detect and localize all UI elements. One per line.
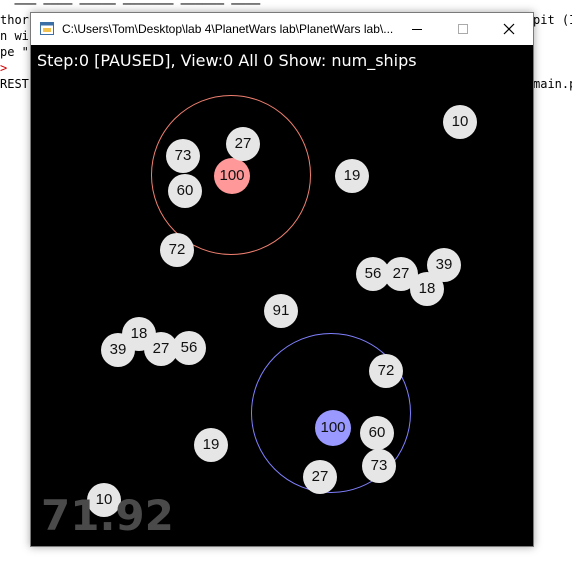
- neutral-planet[interactable]: 18: [410, 272, 444, 306]
- planet-ship-count: 19: [202, 436, 220, 453]
- neutral-planet[interactable]: 19: [335, 159, 369, 193]
- planet-ship-count: 39: [109, 341, 127, 358]
- neutral-planet[interactable]: 91: [264, 294, 298, 328]
- player2-planet[interactable]: 100: [315, 410, 351, 446]
- close-button[interactable]: [486, 13, 532, 45]
- title-bar[interactable]: C:\Users\Tom\Desktop\lab 4\PlanetWars la…: [31, 13, 533, 45]
- neutral-planet[interactable]: 39: [101, 333, 135, 367]
- neutral-planet[interactable]: 72: [160, 233, 194, 267]
- window-app-icon: [40, 22, 54, 35]
- planet-ship-count: 56: [180, 339, 198, 356]
- planet-ship-count: 27: [152, 340, 170, 357]
- minimize-button[interactable]: [394, 13, 440, 45]
- editor-fragment: pit (I: [533, 13, 572, 27]
- planet-ship-count: 10: [451, 113, 469, 130]
- game-timer: 71.92: [41, 491, 174, 540]
- planetwars-window[interactable]: C:\Users\Tom\Desktop\lab 4\PlanetWars la…: [30, 12, 534, 547]
- planet-ship-count: 19: [343, 167, 361, 184]
- neutral-planet[interactable]: 72: [369, 354, 403, 388]
- maximize-button[interactable]: [440, 13, 486, 45]
- neutral-planet[interactable]: 73: [166, 139, 200, 173]
- menu-fragment: ─── ──── ───── ─────── ────── ────: [0, 0, 261, 11]
- editor-line: pe ": [0, 45, 29, 59]
- planet-ship-count: 27: [234, 135, 252, 152]
- editor-line: REST: [0, 77, 29, 91]
- editor-prompt: >: [0, 61, 8, 75]
- neutral-planet[interactable]: 56: [172, 331, 206, 365]
- editor-line: n wi: [0, 29, 29, 43]
- game-status-text: Step:0 [PAUSED], View:0 All 0 Show: num_…: [37, 51, 417, 70]
- planet-ship-count: 72: [377, 362, 395, 379]
- neutral-planet[interactable]: 19: [194, 428, 228, 462]
- planet-ship-count: 60: [368, 424, 386, 441]
- planet-ship-count: 73: [370, 457, 388, 474]
- planet-ship-count: 39: [435, 256, 453, 273]
- game-canvas[interactable]: Step:0 [PAUSED], View:0 All 0 Show: num_…: [31, 45, 533, 546]
- planet-ship-count: 73: [174, 147, 192, 164]
- planet-ship-count: 18: [130, 325, 148, 342]
- maximize-icon: [458, 24, 468, 34]
- neutral-planet[interactable]: 73: [362, 449, 396, 483]
- planet-ship-count: 27: [392, 265, 410, 282]
- editor-line: thor: [0, 13, 29, 27]
- window-title: C:\Users\Tom\Desktop\lab 4\PlanetWars la…: [62, 22, 394, 36]
- neutral-planet[interactable]: 10: [443, 105, 477, 139]
- neutral-planet[interactable]: 27: [226, 127, 260, 161]
- editor-fragment: main.p: [533, 77, 572, 91]
- player1-planet[interactable]: 100: [214, 158, 250, 194]
- neutral-planet[interactable]: 60: [168, 174, 202, 208]
- neutral-planet[interactable]: 60: [360, 416, 394, 450]
- planet-ship-count: 72: [168, 241, 186, 258]
- neutral-planet[interactable]: 27: [303, 460, 337, 494]
- planet-ship-count: 60: [176, 182, 194, 199]
- planet-ship-count: 91: [272, 302, 290, 319]
- minimize-icon: [412, 29, 422, 30]
- planet-ship-count: 56: [364, 265, 382, 282]
- planet-ship-count: 27: [311, 468, 329, 485]
- planet-ship-count: 100: [219, 167, 245, 184]
- close-icon: [503, 23, 515, 35]
- planet-ship-count: 18: [418, 280, 436, 297]
- planet-ship-count: 100: [320, 419, 346, 436]
